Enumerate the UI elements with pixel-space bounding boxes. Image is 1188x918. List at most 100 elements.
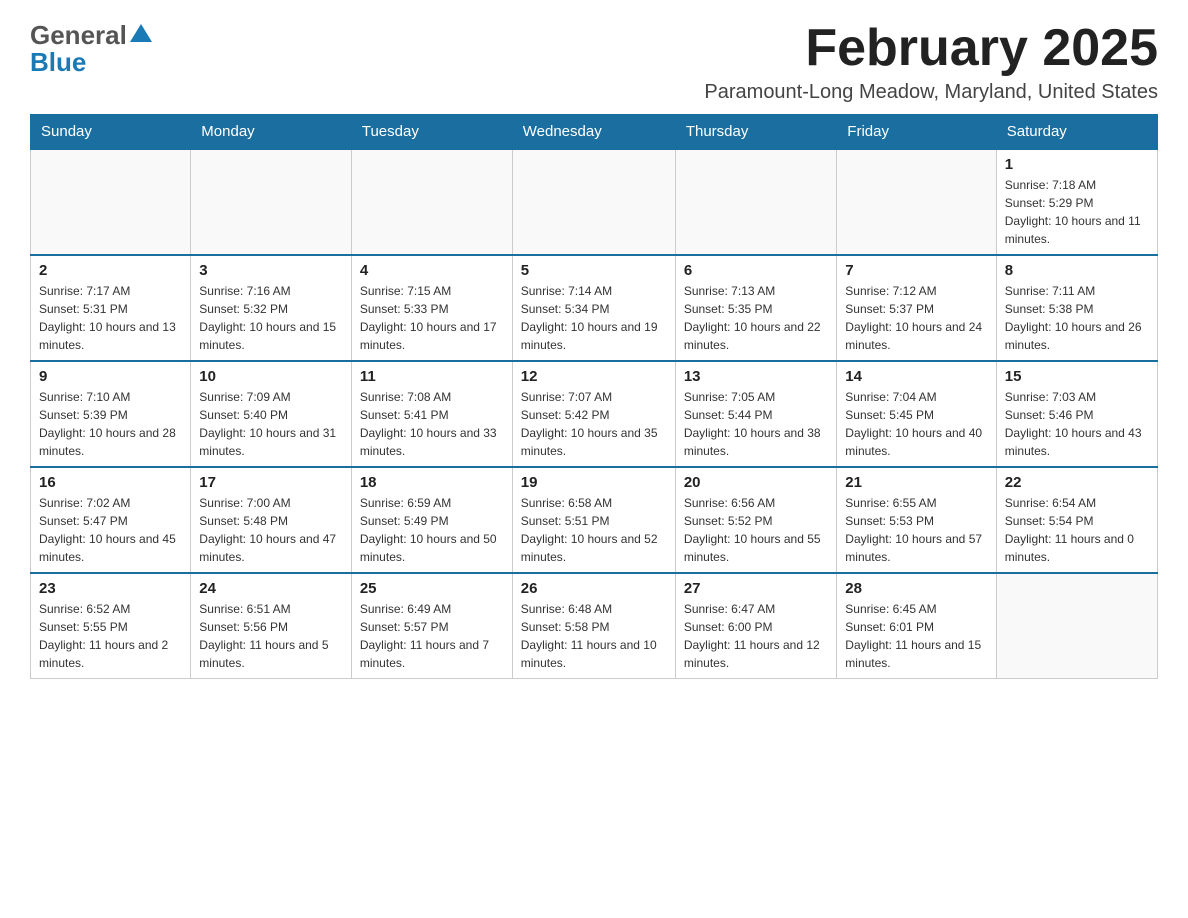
day-number: 27 bbox=[684, 580, 828, 597]
calendar-week-row: 16 Sunrise: 7:02 AM Sunset: 5:47 PM Dayli… bbox=[31, 467, 1158, 573]
table-row: 28Sunrise: 6:45 AM Sunset: 6:01 PM Dayli… bbox=[837, 573, 996, 679]
day-info: Sunrise: 7:00 AM Sunset: 5:48 PM Dayligh… bbox=[199, 494, 343, 566]
day-number: 11 bbox=[360, 368, 504, 385]
table-row: 22 Sunrise: 6:54 AM Sunset: 5:54 PM Dayli… bbox=[996, 467, 1157, 573]
header-thursday: Thursday bbox=[675, 115, 836, 150]
table-row: 25 Sunrise: 6:49 AM Sunset: 5:57 PM Dayli… bbox=[351, 573, 512, 679]
day-info: Sunrise: 7:11 AM Sunset: 5:38 PM Dayligh… bbox=[1005, 282, 1149, 354]
day-info: Sunrise: 6:48 AM Sunset: 5:58 PM Dayligh… bbox=[521, 600, 667, 672]
day-number: 19 bbox=[521, 474, 667, 491]
table-row: 21Sunrise: 6:55 AM Sunset: 5:53 PM Dayli… bbox=[837, 467, 996, 573]
day-info: Sunrise: 7:05 AM Sunset: 5:44 PM Dayligh… bbox=[684, 388, 828, 460]
header-wednesday: Wednesday bbox=[512, 115, 675, 150]
table-row: 17 Sunrise: 7:00 AM Sunset: 5:48 PM Dayli… bbox=[191, 467, 352, 573]
table-row: 15 Sunrise: 7:03 AM Sunset: 5:46 PM Dayli… bbox=[996, 361, 1157, 467]
table-row: 4 Sunrise: 7:15 AM Sunset: 5:33 PM Daylig… bbox=[351, 255, 512, 361]
day-number: 7 bbox=[845, 262, 987, 279]
day-info: Sunrise: 7:16 AM Sunset: 5:32 PM Dayligh… bbox=[199, 282, 343, 354]
title-section: February 2025 Paramount-Long Meadow, Mar… bbox=[704, 20, 1158, 104]
day-info: Sunrise: 7:13 AM Sunset: 5:35 PM Dayligh… bbox=[684, 282, 828, 354]
day-number: 17 bbox=[199, 474, 343, 491]
table-row: 1Sunrise: 7:18 AM Sunset: 5:29 PM Daylig… bbox=[996, 149, 1157, 255]
weekday-header-row: Sunday Monday Tuesday Wednesday Thursday… bbox=[31, 115, 1158, 150]
day-info: Sunrise: 7:14 AM Sunset: 5:34 PM Dayligh… bbox=[521, 282, 667, 354]
table-row bbox=[191, 149, 352, 255]
table-row: 11Sunrise: 7:08 AM Sunset: 5:41 PM Dayli… bbox=[351, 361, 512, 467]
day-number: 22 bbox=[1005, 474, 1149, 491]
header-friday: Friday bbox=[837, 115, 996, 150]
calendar-week-row: 1Sunrise: 7:18 AM Sunset: 5:29 PM Daylig… bbox=[31, 149, 1158, 255]
day-number: 8 bbox=[1005, 262, 1149, 279]
table-row: 2 Sunrise: 7:17 AM Sunset: 5:31 PM Daylig… bbox=[31, 255, 191, 361]
day-info: Sunrise: 7:02 AM Sunset: 5:47 PM Dayligh… bbox=[39, 494, 182, 566]
day-info: Sunrise: 6:51 AM Sunset: 5:56 PM Dayligh… bbox=[199, 600, 343, 672]
day-number: 24 bbox=[199, 580, 343, 597]
day-number: 4 bbox=[360, 262, 504, 279]
calendar-week-row: 9 Sunrise: 7:10 AM Sunset: 5:39 PM Daylig… bbox=[31, 361, 1158, 467]
table-row: 8 Sunrise: 7:11 AM Sunset: 5:38 PM Daylig… bbox=[996, 255, 1157, 361]
table-row bbox=[512, 149, 675, 255]
month-title: February 2025 bbox=[704, 20, 1158, 77]
day-info: Sunrise: 6:58 AM Sunset: 5:51 PM Dayligh… bbox=[521, 494, 667, 566]
day-info: Sunrise: 6:52 AM Sunset: 5:55 PM Dayligh… bbox=[39, 600, 182, 672]
location-title: Paramount-Long Meadow, Maryland, United … bbox=[704, 81, 1158, 104]
day-number: 5 bbox=[521, 262, 667, 279]
table-row: 23Sunrise: 6:52 AM Sunset: 5:55 PM Dayli… bbox=[31, 573, 191, 679]
day-info: Sunrise: 6:54 AM Sunset: 5:54 PM Dayligh… bbox=[1005, 494, 1149, 566]
day-number: 3 bbox=[199, 262, 343, 279]
day-info: Sunrise: 7:03 AM Sunset: 5:46 PM Dayligh… bbox=[1005, 388, 1149, 460]
header-monday: Monday bbox=[191, 115, 352, 150]
calendar-week-row: 2 Sunrise: 7:17 AM Sunset: 5:31 PM Daylig… bbox=[31, 255, 1158, 361]
logo-blue-text: Blue bbox=[30, 47, 152, 78]
day-number: 25 bbox=[360, 580, 504, 597]
logo: General Blue bbox=[30, 20, 152, 78]
day-info: Sunrise: 7:15 AM Sunset: 5:33 PM Dayligh… bbox=[360, 282, 504, 354]
table-row: 27 Sunrise: 6:47 AM Sunset: 6:00 PM Dayli… bbox=[675, 573, 836, 679]
table-row bbox=[837, 149, 996, 255]
day-info: Sunrise: 6:56 AM Sunset: 5:52 PM Dayligh… bbox=[684, 494, 828, 566]
table-row: 19 Sunrise: 6:58 AM Sunset: 5:51 PM Dayli… bbox=[512, 467, 675, 573]
table-row: 5 Sunrise: 7:14 AM Sunset: 5:34 PM Daylig… bbox=[512, 255, 675, 361]
table-row: 6 Sunrise: 7:13 AM Sunset: 5:35 PM Daylig… bbox=[675, 255, 836, 361]
day-info: Sunrise: 7:09 AM Sunset: 5:40 PM Dayligh… bbox=[199, 388, 343, 460]
day-number: 1 bbox=[1005, 156, 1149, 173]
day-number: 6 bbox=[684, 262, 828, 279]
table-row: 9 Sunrise: 7:10 AM Sunset: 5:39 PM Daylig… bbox=[31, 361, 191, 467]
day-number: 20 bbox=[684, 474, 828, 491]
day-number: 16 bbox=[39, 474, 182, 491]
page-header: General Blue February 2025 Paramount-Lon… bbox=[30, 20, 1158, 104]
table-row bbox=[31, 149, 191, 255]
table-row: 24 Sunrise: 6:51 AM Sunset: 5:56 PM Dayli… bbox=[191, 573, 352, 679]
table-row: 12Sunrise: 7:07 AM Sunset: 5:42 PM Dayli… bbox=[512, 361, 675, 467]
calendar-week-row: 23Sunrise: 6:52 AM Sunset: 5:55 PM Dayli… bbox=[31, 573, 1158, 679]
table-row: 10Sunrise: 7:09 AM Sunset: 5:40 PM Dayli… bbox=[191, 361, 352, 467]
table-row: 20 Sunrise: 6:56 AM Sunset: 5:52 PM Dayli… bbox=[675, 467, 836, 573]
calendar-table: Sunday Monday Tuesday Wednesday Thursday… bbox=[30, 114, 1158, 679]
table-row: 14Sunrise: 7:04 AM Sunset: 5:45 PM Dayli… bbox=[837, 361, 996, 467]
table-row: 18 Sunrise: 6:59 AM Sunset: 5:49 PM Dayli… bbox=[351, 467, 512, 573]
day-info: Sunrise: 7:17 AM Sunset: 5:31 PM Dayligh… bbox=[39, 282, 182, 354]
table-row bbox=[996, 573, 1157, 679]
table-row: 3 Sunrise: 7:16 AM Sunset: 5:32 PM Daylig… bbox=[191, 255, 352, 361]
day-info: Sunrise: 6:47 AM Sunset: 6:00 PM Dayligh… bbox=[684, 600, 828, 672]
day-number: 26 bbox=[521, 580, 667, 597]
table-row: 26 Sunrise: 6:48 AM Sunset: 5:58 PM Dayli… bbox=[512, 573, 675, 679]
day-info: Sunrise: 7:04 AM Sunset: 5:45 PM Dayligh… bbox=[845, 388, 987, 460]
table-row: 16 Sunrise: 7:02 AM Sunset: 5:47 PM Dayli… bbox=[31, 467, 191, 573]
day-number: 21 bbox=[845, 474, 987, 491]
day-info: Sunrise: 7:10 AM Sunset: 5:39 PM Dayligh… bbox=[39, 388, 182, 460]
table-row: 13Sunrise: 7:05 AM Sunset: 5:44 PM Dayli… bbox=[675, 361, 836, 467]
day-number: 9 bbox=[39, 368, 182, 385]
table-row bbox=[351, 149, 512, 255]
day-info: Sunrise: 6:45 AM Sunset: 6:01 PM Dayligh… bbox=[845, 600, 987, 672]
logo-triangle-icon bbox=[130, 24, 152, 47]
header-tuesday: Tuesday bbox=[351, 115, 512, 150]
header-saturday: Saturday bbox=[996, 115, 1157, 150]
day-info: Sunrise: 6:59 AM Sunset: 5:49 PM Dayligh… bbox=[360, 494, 504, 566]
day-number: 15 bbox=[1005, 368, 1149, 385]
table-row bbox=[675, 149, 836, 255]
day-number: 18 bbox=[360, 474, 504, 491]
day-info: Sunrise: 7:12 AM Sunset: 5:37 PM Dayligh… bbox=[845, 282, 987, 354]
day-info: Sunrise: 6:49 AM Sunset: 5:57 PM Dayligh… bbox=[360, 600, 504, 672]
day-number: 2 bbox=[39, 262, 182, 279]
